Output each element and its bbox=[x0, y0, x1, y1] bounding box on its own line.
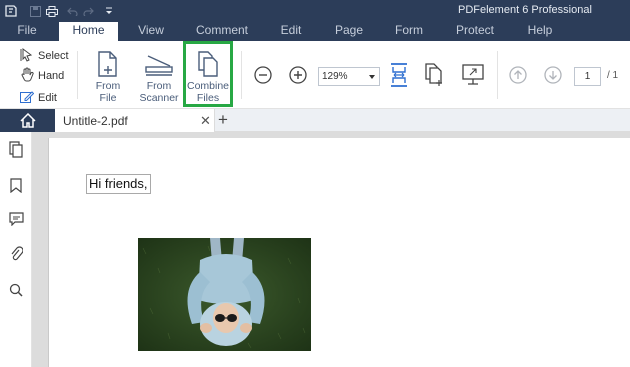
comment-icon bbox=[8, 212, 24, 226]
page-text-box[interactable]: Hi friends, bbox=[86, 174, 151, 194]
zoom-level-select[interactable]: 129% bbox=[318, 67, 380, 86]
menu-tab-file[interactable]: File bbox=[10, 22, 44, 41]
from-scanner-line1: From bbox=[146, 80, 172, 92]
full-screen-icon bbox=[462, 64, 484, 85]
combine-files-highlight bbox=[183, 41, 233, 107]
left-sidebar bbox=[0, 132, 32, 367]
photo-person-lying-on-grass bbox=[138, 238, 311, 351]
redo-icon[interactable] bbox=[81, 4, 95, 18]
undo-icon[interactable] bbox=[65, 4, 79, 18]
zoom-out-icon bbox=[254, 66, 272, 84]
fit-width-icon bbox=[391, 63, 407, 87]
edit-tool-label: Edit bbox=[38, 92, 57, 104]
full-screen-button[interactable] bbox=[461, 63, 485, 87]
ribbon-toolbar: Select Hand Edit From File From Scanner … bbox=[0, 41, 630, 109]
pages-icon bbox=[9, 140, 23, 158]
zoom-in-icon bbox=[289, 66, 307, 84]
select-tool[interactable]: Select bbox=[20, 47, 69, 65]
new-file-icon bbox=[98, 49, 118, 77]
pdf-page bbox=[48, 138, 630, 367]
customize-toolbar-icon[interactable] bbox=[102, 4, 116, 18]
create-from-file-button[interactable]: From File bbox=[86, 49, 130, 104]
menu-bar: File Home View Comment Edit Page Form Pr… bbox=[0, 22, 630, 41]
ribbon-divider bbox=[241, 51, 242, 99]
edit-pencil-icon bbox=[20, 90, 35, 107]
new-tab-button[interactable]: + bbox=[218, 110, 228, 130]
attachments-button[interactable] bbox=[7, 245, 25, 263]
page-layout-button[interactable] bbox=[425, 63, 445, 87]
thumbnails-button[interactable] bbox=[7, 140, 25, 158]
scanner-icon bbox=[145, 49, 173, 77]
document-tab-strip: Untitle-2.pdf ✕ + bbox=[0, 109, 630, 132]
zoom-out-button[interactable] bbox=[253, 65, 273, 85]
menu-tab-protect[interactable]: Protect bbox=[448, 22, 502, 41]
previous-page-button[interactable] bbox=[508, 65, 528, 85]
zoom-in-button[interactable] bbox=[288, 65, 308, 85]
create-from-scanner-button[interactable]: From Scanner bbox=[137, 49, 181, 104]
ribbon-divider bbox=[497, 51, 498, 99]
close-tab-icon[interactable]: ✕ bbox=[200, 113, 211, 129]
page-image[interactable] bbox=[138, 238, 311, 351]
menu-tab-edit[interactable]: Edit bbox=[270, 22, 312, 41]
menu-tab-comment[interactable]: Comment bbox=[190, 22, 254, 41]
menu-tab-form[interactable]: Form bbox=[387, 22, 431, 41]
document-tab[interactable]: Untitle-2.pdf ✕ bbox=[55, 109, 215, 132]
print-icon[interactable] bbox=[45, 4, 59, 18]
title-bar: PDFelement 6 Professional bbox=[0, 0, 630, 22]
comments-button[interactable] bbox=[7, 210, 25, 228]
save-icon[interactable] bbox=[28, 4, 42, 18]
page-total: / 1 bbox=[607, 70, 619, 81]
hand-tool-label: Hand bbox=[38, 70, 65, 82]
home-tab[interactable] bbox=[0, 109, 55, 132]
edit-tool[interactable]: Edit bbox=[20, 89, 57, 107]
search-button[interactable] bbox=[7, 281, 25, 299]
menu-tab-view[interactable]: View bbox=[128, 22, 174, 41]
zoom-level-value: 129% bbox=[322, 71, 348, 82]
search-icon bbox=[9, 283, 23, 297]
hand-tool[interactable]: Hand bbox=[20, 67, 64, 85]
from-file-label: From File bbox=[95, 80, 121, 104]
next-page-button[interactable] bbox=[543, 65, 563, 85]
bookmark-icon bbox=[10, 177, 22, 193]
app-title: PDFelement 6 Professional bbox=[458, 4, 592, 16]
menu-tab-page[interactable]: Page bbox=[328, 22, 370, 41]
page-move-icon bbox=[425, 63, 442, 86]
document-tab-title: Untitle-2.pdf bbox=[63, 114, 128, 128]
from-scanner-line2: Scanner bbox=[139, 92, 179, 104]
current-page-input[interactable]: 1 bbox=[574, 67, 601, 86]
fit-width-button[interactable] bbox=[389, 63, 409, 87]
hand-icon bbox=[20, 67, 34, 85]
select-cursor-icon bbox=[20, 47, 34, 65]
paperclip-icon bbox=[11, 246, 23, 261]
arrow-down-icon bbox=[544, 66, 562, 84]
bookmarks-button[interactable] bbox=[7, 176, 25, 194]
app-logo-icon bbox=[4, 4, 18, 18]
home-icon bbox=[19, 113, 36, 128]
ribbon-divider bbox=[77, 51, 78, 99]
arrow-up-icon bbox=[509, 66, 527, 84]
menu-tab-home[interactable]: Home bbox=[59, 22, 118, 41]
chevron-down-icon bbox=[369, 75, 375, 79]
menu-tab-help[interactable]: Help bbox=[521, 22, 559, 41]
select-tool-label: Select bbox=[38, 50, 69, 62]
